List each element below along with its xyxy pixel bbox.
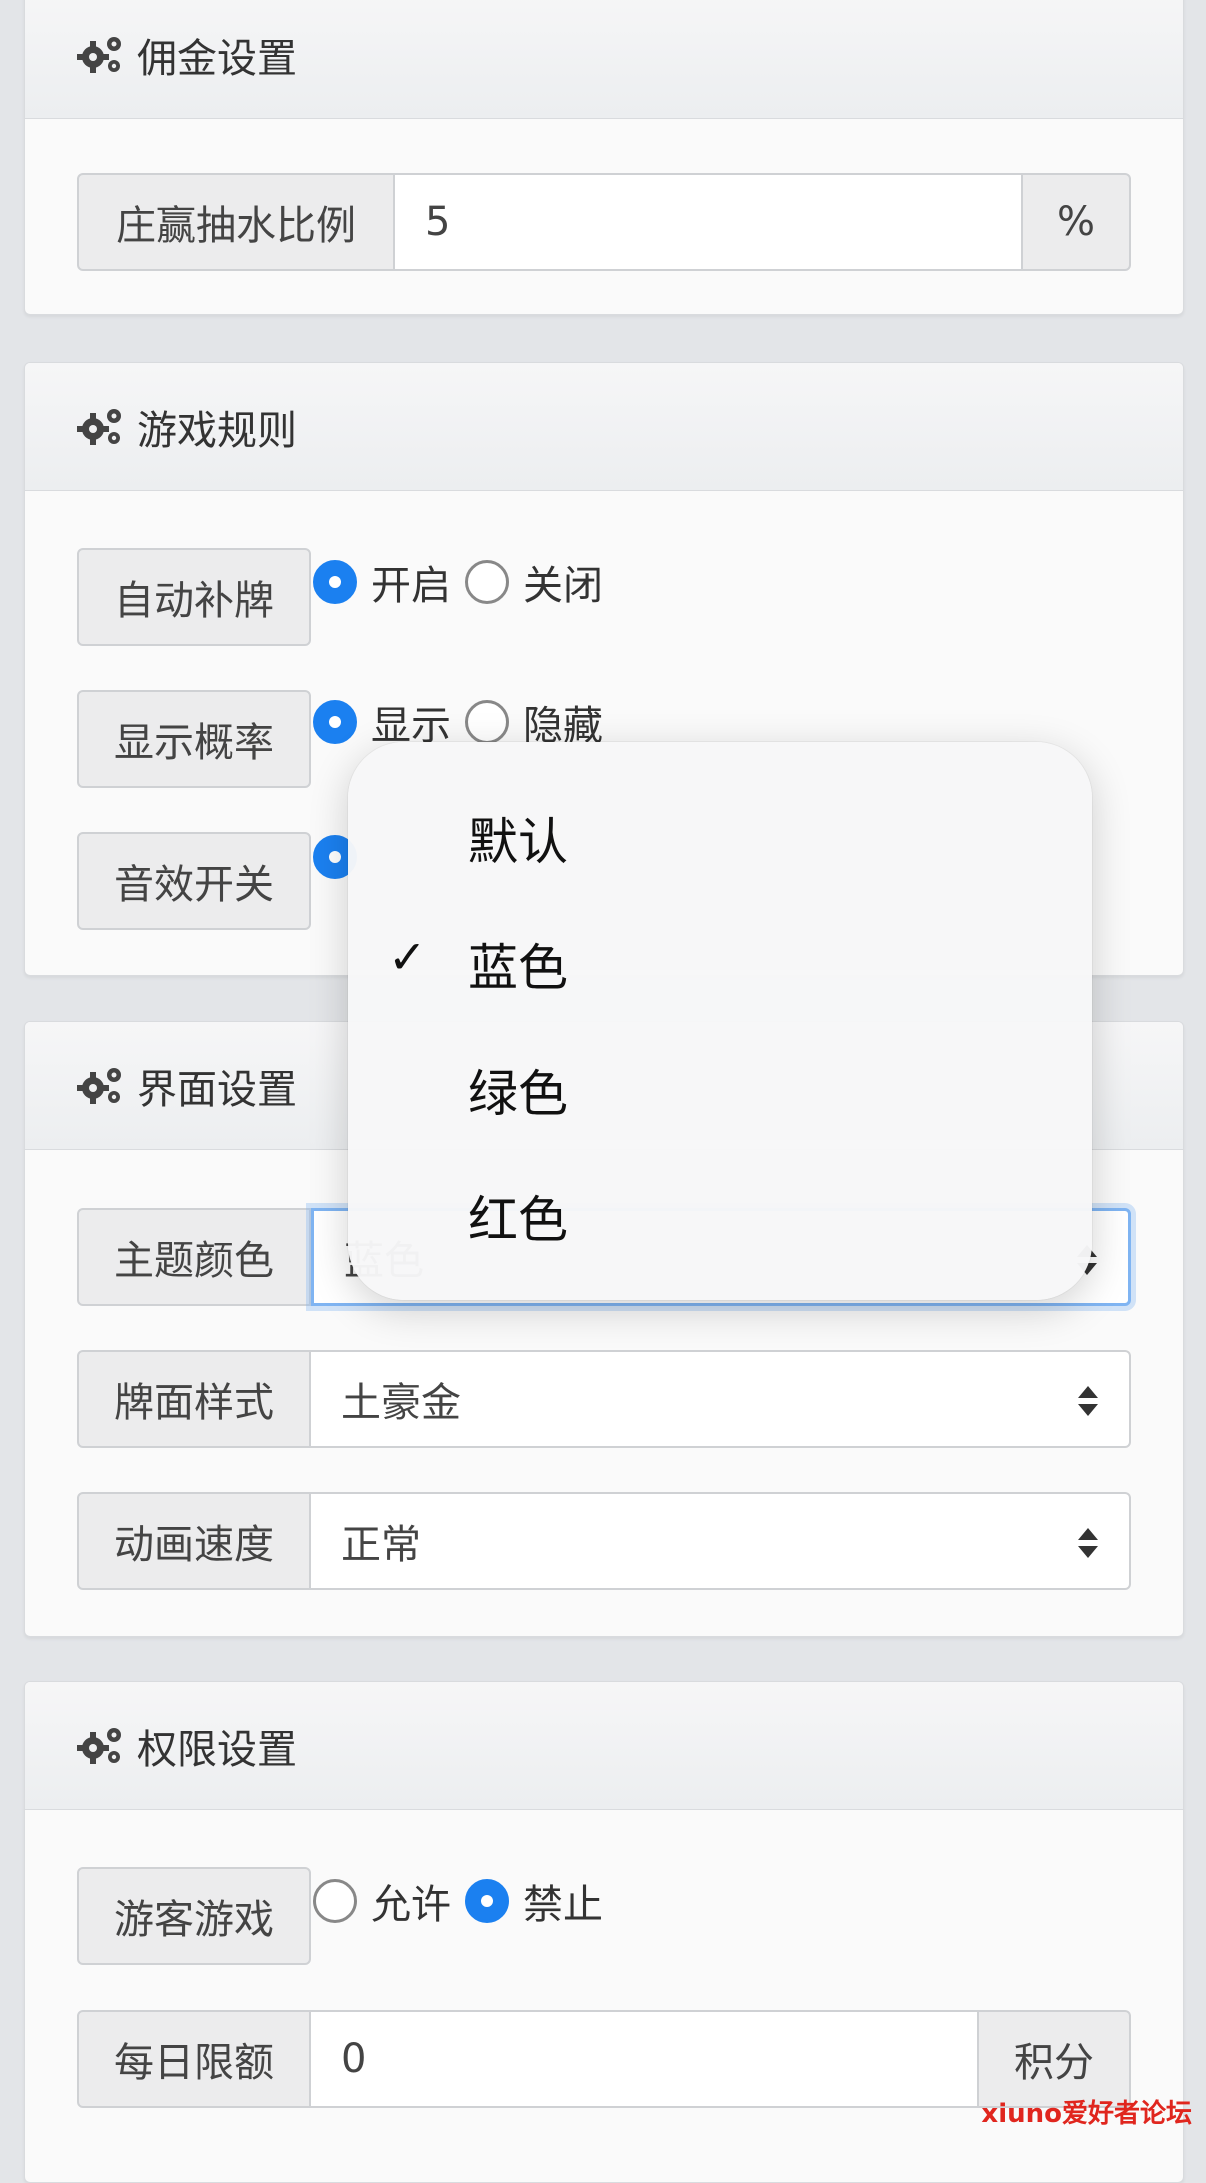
theme-dropdown-menu: 默认 ✓ 蓝色 绿色 红色 bbox=[348, 742, 1092, 1300]
card-style-value: 土豪金 bbox=[341, 1380, 461, 1426]
radio-button[interactable] bbox=[465, 1879, 509, 1923]
section-title: 权限设置 bbox=[137, 1726, 297, 1773]
sound-row: 音效开关 bbox=[77, 832, 311, 930]
rules-header: 游戏规则 bbox=[25, 363, 1183, 491]
radio-option-allow[interactable]: 允许 bbox=[313, 1872, 451, 1930]
dropdown-option-red[interactable]: 红色 bbox=[468, 1180, 568, 1252]
auto-deal-row: 自动补牌 bbox=[77, 548, 311, 646]
radio-button[interactable] bbox=[313, 1879, 357, 1923]
anim-speed-select[interactable]: 正常 bbox=[311, 1492, 1131, 1590]
card-style-label: 牌面样式 bbox=[77, 1350, 311, 1448]
perm-header: 权限设置 bbox=[25, 1682, 1183, 1810]
show-prob-row: 显示概率 bbox=[77, 690, 311, 788]
anim-speed-label: 动画速度 bbox=[77, 1492, 311, 1590]
radio-option-on[interactable]: 开启 bbox=[313, 553, 451, 611]
radio-button[interactable] bbox=[465, 700, 509, 744]
watermark: xiuno爱好者论坛 bbox=[981, 2099, 1192, 2129]
gears-icon bbox=[77, 36, 121, 73]
gears-icon bbox=[77, 1727, 121, 1764]
dropdown-option-blue[interactable]: 蓝色 bbox=[468, 928, 568, 1000]
section-title: 游戏规则 bbox=[137, 407, 297, 454]
gears-icon bbox=[77, 408, 121, 445]
radio-option-off[interactable]: 关闭 bbox=[465, 553, 603, 611]
commission-input[interactable]: 5 bbox=[395, 173, 1023, 271]
commission-label: 庄赢抽水比例 bbox=[77, 173, 395, 271]
dropdown-option-default[interactable]: 默认 bbox=[468, 802, 568, 874]
guest-row: 游客游戏 bbox=[77, 1867, 311, 1965]
section-title: 佣金设置 bbox=[137, 35, 297, 82]
gears-icon bbox=[77, 1067, 121, 1104]
anim-speed-value: 正常 bbox=[341, 1522, 421, 1568]
show-prob-label: 显示概率 bbox=[77, 690, 311, 788]
guest-label: 游客游戏 bbox=[77, 1867, 311, 1965]
radio-label: 关闭 bbox=[523, 563, 603, 609]
card-style-row: 牌面样式 土豪金 bbox=[77, 1350, 1131, 1448]
guest-radios: 允许 禁止 bbox=[313, 1872, 617, 1930]
card-style-select[interactable]: 土豪金 bbox=[311, 1350, 1131, 1448]
auto-deal-label: 自动补牌 bbox=[77, 548, 311, 646]
radio-button[interactable] bbox=[465, 560, 509, 604]
radio-button[interactable] bbox=[313, 560, 357, 604]
commission-row: 庄赢抽水比例 5 % bbox=[77, 173, 1131, 271]
sort-arrows-icon bbox=[1078, 1528, 1098, 1558]
radio-option-deny[interactable]: 禁止 bbox=[465, 1872, 603, 1930]
radio-button[interactable] bbox=[313, 700, 357, 744]
theme-label: 主题颜色 bbox=[77, 1208, 311, 1306]
daily-label: 每日限额 bbox=[77, 2010, 311, 2108]
daily-input[interactable]: 0 bbox=[311, 2010, 979, 2108]
anim-speed-row: 动画速度 正常 bbox=[77, 1492, 1131, 1590]
radio-label: 开启 bbox=[371, 563, 451, 609]
auto-deal-radios: 开启 关闭 bbox=[313, 553, 617, 611]
dropdown-option-green[interactable]: 绿色 bbox=[468, 1054, 568, 1126]
sound-label: 音效开关 bbox=[77, 832, 311, 930]
radio-label: 允许 bbox=[371, 1882, 451, 1928]
radio-label: 禁止 bbox=[523, 1882, 603, 1928]
section-title: 界面设置 bbox=[137, 1066, 297, 1113]
commission-card: 佣金设置 庄赢抽水比例 5 % bbox=[24, 0, 1184, 315]
commission-header: 佣金设置 bbox=[25, 0, 1183, 119]
daily-row: 每日限额 0 积分 bbox=[77, 2010, 1131, 2108]
commission-suffix: % bbox=[1023, 173, 1131, 271]
checkmark-icon: ✓ bbox=[388, 930, 427, 984]
sort-arrows-icon bbox=[1078, 1386, 1098, 1416]
